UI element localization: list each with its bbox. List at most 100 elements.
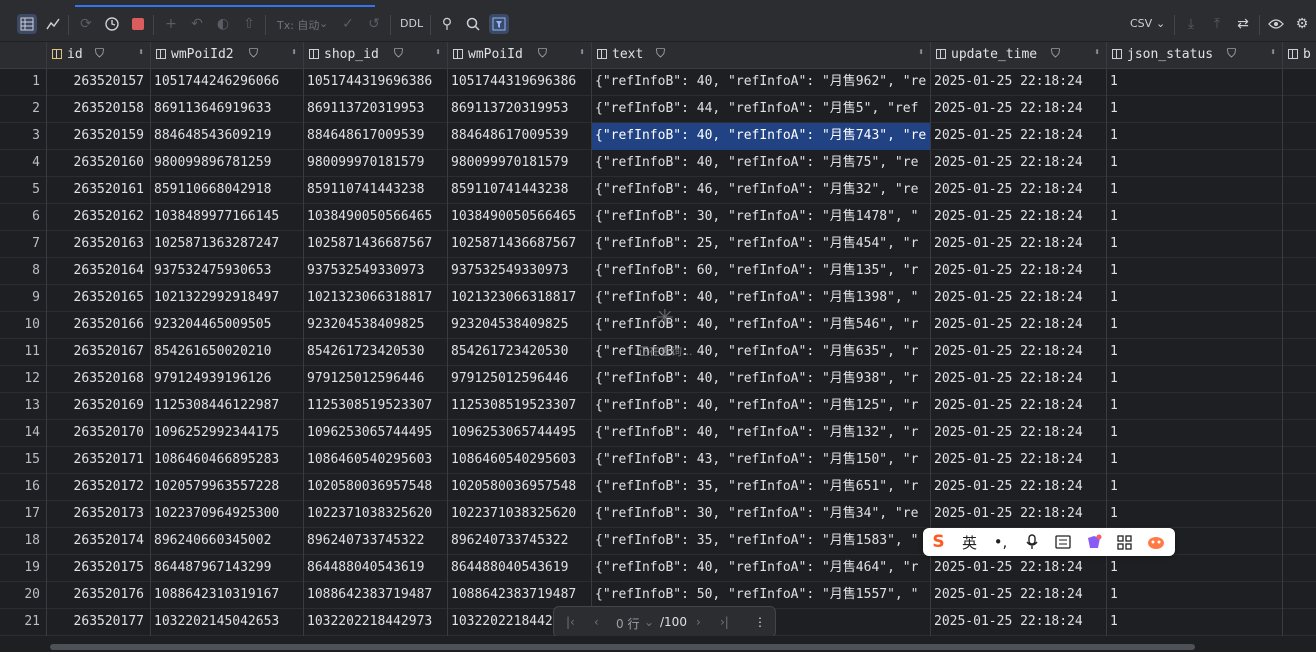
cell-update-time[interactable]: 2025-01-25 22:18:24 xyxy=(930,123,1106,150)
cell-shop-id[interactable]: 869113720319953 xyxy=(303,96,447,123)
cell-wmpoiid[interactable]: 1022371038325620 xyxy=(447,501,591,528)
cell-wmpoiid[interactable]: 869113720319953 xyxy=(447,96,591,123)
cell-b[interactable] xyxy=(1282,96,1316,123)
cell-text[interactable]: {"refInfoB": 40, "refInfoA": "月售938", "r xyxy=(591,366,930,393)
table-row[interactable]: 2 263520158 869113646919633 869113720319953… xyxy=(0,96,1316,123)
cell-id[interactable]: 263520172 xyxy=(46,474,150,501)
cell-wmpoiid2[interactable]: 859110668042918 xyxy=(150,177,303,204)
cell-json-status[interactable]: 1 xyxy=(1106,285,1282,312)
chevron-down-icon[interactable]: ⌄ xyxy=(1156,17,1165,30)
cell-b[interactable] xyxy=(1282,582,1316,609)
upload-icon[interactable]: ⤒ xyxy=(1207,14,1227,34)
cell-shop-id[interactable]: 1125308519523307 xyxy=(303,393,447,420)
cell-json-status[interactable]: 1 xyxy=(1106,339,1282,366)
cell-id[interactable]: 263520160 xyxy=(46,150,150,177)
cell-text[interactable]: {"refInfoB": 40, "refInfoA": "月售125", "r xyxy=(591,393,930,420)
column-header-text[interactable]: text ⛉ ⬍ xyxy=(591,42,930,69)
cell-id[interactable]: 263520165 xyxy=(46,285,150,312)
column-header-wmpoiid2[interactable]: wmPoiId2 ⛉ ⬍ xyxy=(150,42,303,69)
cell-id[interactable]: 263520171 xyxy=(46,447,150,474)
cell-b[interactable] xyxy=(1282,69,1316,96)
cell-id[interactable]: 263520177 xyxy=(46,609,150,636)
cell-wmpoiid2[interactable]: 937532475930653 xyxy=(150,258,303,285)
cell-text[interactable]: {"refInfoB": 40, "refInfoA": "月售464", "r xyxy=(591,555,930,582)
cell-wmpoiid[interactable]: 1025871436687567 xyxy=(447,231,591,258)
cell-b[interactable] xyxy=(1282,258,1316,285)
next-page-icon[interactable]: › xyxy=(696,615,701,629)
gear-icon[interactable]: ⚙ xyxy=(1292,14,1312,34)
cell-update-time[interactable]: 2025-01-25 22:18:24 xyxy=(930,285,1106,312)
cell-shop-id[interactable]: 1022371038325620 xyxy=(303,501,447,528)
cell-text[interactable]: {"refInfoB": 50, "refInfoA": "月售1557", " xyxy=(591,582,930,609)
ime-punctuation-icon[interactable]: •, xyxy=(985,528,1016,556)
cell-update-time[interactable]: 2025-01-25 22:18:24 xyxy=(930,474,1106,501)
cell-b[interactable] xyxy=(1282,366,1316,393)
cell-json-status[interactable]: 1 xyxy=(1106,609,1282,636)
cell-wmpoiid[interactable]: 1038490050566465 xyxy=(447,204,591,231)
cell-wmpoiid[interactable]: 937532549330973 xyxy=(447,258,591,285)
toolbox-grid-icon[interactable] xyxy=(1109,528,1140,556)
eye-icon[interactable] xyxy=(1266,14,1286,34)
cell-b[interactable] xyxy=(1282,150,1316,177)
cell-text[interactable]: {"refInfoB": 43, "refInfoA": "月售150", "r xyxy=(591,447,930,474)
cell-wmpoiid2[interactable]: 1096252992344175 xyxy=(150,420,303,447)
horizontal-scrollbar[interactable] xyxy=(0,636,1316,652)
cell-shop-id[interactable]: 864488040543619 xyxy=(303,555,447,582)
cell-text[interactable]: {"refInfoB": 40, "refInfoA": "月售1398", " xyxy=(591,285,930,312)
cell-b[interactable] xyxy=(1282,501,1316,528)
cell-json-status[interactable]: 1 xyxy=(1106,420,1282,447)
cell-text[interactable]: {"refInfoB": 35, "refInfoA": "月售1583", " xyxy=(591,528,930,555)
column-header-shop-id[interactable]: shop_id ⛉ ⬍ xyxy=(303,42,447,69)
cell-wmpoiid[interactable]: 1086460540295603 xyxy=(447,447,591,474)
cell-json-status[interactable]: 1 xyxy=(1106,447,1282,474)
filter-icon[interactable]: ⛉ xyxy=(538,46,547,61)
cell-b[interactable] xyxy=(1282,285,1316,312)
cell-wmpoiid2[interactable]: 923204465009505 xyxy=(150,312,303,339)
ddl-button[interactable]: DDL xyxy=(400,17,423,30)
skin-icon[interactable] xyxy=(1078,528,1109,556)
rollback-icon[interactable]: ↺ xyxy=(364,14,384,34)
cell-json-status[interactable]: 1 xyxy=(1106,501,1282,528)
cell-json-status[interactable]: 1 xyxy=(1106,474,1282,501)
cell-wmpoiid[interactable]: 854261723420530 xyxy=(447,339,591,366)
table-row[interactable]: 3 263520159 884648543609219 884648617009539… xyxy=(0,123,1316,150)
cell-wmpoiid[interactable]: 923204538409825 xyxy=(447,312,591,339)
sort-icon[interactable]: ⬍ xyxy=(138,47,144,58)
table-row[interactable]: 8 263520164 937532475930653 937532549330973… xyxy=(0,258,1316,285)
table-row[interactable]: 6 263520162 1038489977166145 10384900505664… xyxy=(0,204,1316,231)
table-row[interactable]: 5 263520161 859110668042918 859110741443238… xyxy=(0,177,1316,204)
cell-b[interactable] xyxy=(1282,555,1316,582)
cell-wmpoiid[interactable]: 1051744319696386 xyxy=(447,69,591,96)
cell-text[interactable]: {"refInfoB": 40, "refInfoA": "月售75", "re xyxy=(591,150,930,177)
chart-view-icon[interactable] xyxy=(43,14,63,34)
filter-icon[interactable]: ⛉ xyxy=(249,46,258,61)
first-page-icon[interactable]: |‹ xyxy=(566,615,575,629)
cell-text[interactable]: {"refInfoB": 40, "refInfoA": "月售132", "r xyxy=(591,420,930,447)
cell-id[interactable]: 263520174 xyxy=(46,528,150,555)
sort-icon[interactable]: ⬍ xyxy=(579,47,585,58)
cell-shop-id[interactable]: 1096253065744495 xyxy=(303,420,447,447)
table-row[interactable]: 19 263520175 864487967143299 86448804054361… xyxy=(0,555,1316,582)
keyboard-icon[interactable] xyxy=(1047,528,1078,556)
cell-text[interactable]: {"refInfoB": 35, "refInfoA": "月售651", "r xyxy=(591,474,930,501)
cell-text[interactable]: {"refInfoB": 60, "refInfoA": "月售135", "r xyxy=(591,258,930,285)
cell-b[interactable] xyxy=(1282,447,1316,474)
cell-shop-id[interactable]: 1021323066318817 xyxy=(303,285,447,312)
cell-shop-id[interactable]: 854261723420530 xyxy=(303,339,447,366)
cell-text[interactable]: {"refInfoB": 30, "refInfoA": "月售34", "re xyxy=(591,501,930,528)
cell-wmpoiid[interactable]: 980099970181579 xyxy=(447,150,591,177)
cell-update-time[interactable]: 2025-01-25 22:18:24 xyxy=(930,69,1106,96)
cell-update-time[interactable]: 2025-01-25 22:18:24 xyxy=(930,177,1106,204)
search-icon[interactable] xyxy=(463,14,483,34)
cell-json-status[interactable]: 1 xyxy=(1106,393,1282,420)
cell-update-time[interactable]: 2025-01-25 22:18:24 xyxy=(930,555,1106,582)
cell-update-time[interactable]: 2025-01-25 22:18:24 xyxy=(930,204,1106,231)
cell-id[interactable]: 263520167 xyxy=(46,339,150,366)
cell-wmpoiid2[interactable]: 1020579963557228 xyxy=(150,474,303,501)
filter-icon[interactable]: ⛉ xyxy=(1051,46,1060,61)
cell-id[interactable]: 263520157 xyxy=(46,69,150,96)
ime-language-toggle[interactable]: 英 xyxy=(954,528,985,556)
cell-b[interactable] xyxy=(1282,231,1316,258)
cell-wmpoiid[interactable]: 1096253065744495 xyxy=(447,420,591,447)
cell-wmpoiid[interactable]: 864488040543619 xyxy=(447,555,591,582)
